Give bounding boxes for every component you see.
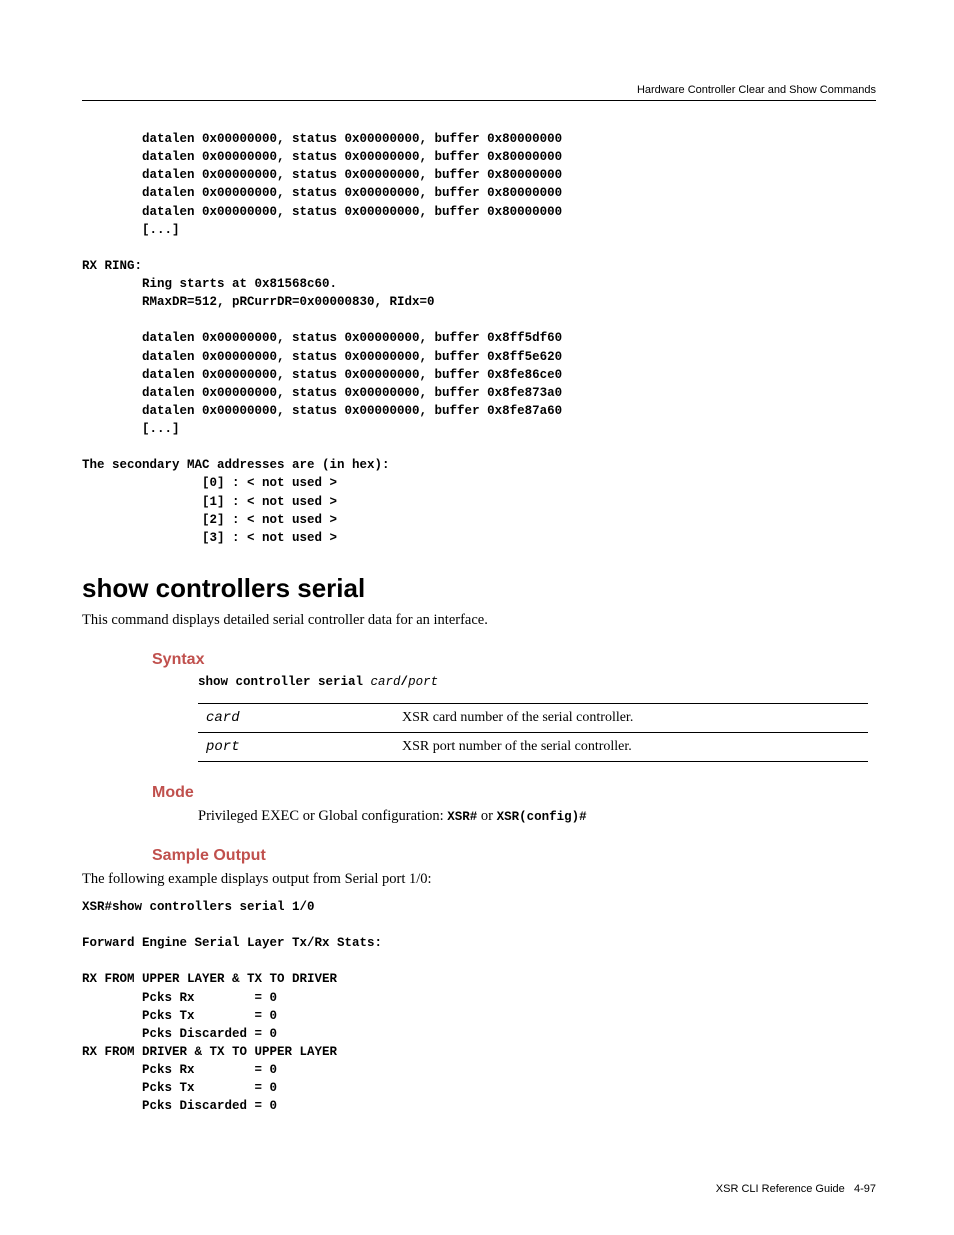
running-header: Hardware Controller Clear and Show Comma… bbox=[637, 84, 876, 96]
params-table: card XSR card number of the serial contr… bbox=[198, 703, 868, 762]
sample-output-heading: Sample Output bbox=[152, 847, 884, 865]
mode-line: Privileged EXEC or Global configuration:… bbox=[198, 808, 884, 825]
mode-prefix-text: Privileged EXEC or Global configuration: bbox=[198, 808, 447, 824]
sample-intro: The following example displays output fr… bbox=[82, 871, 884, 888]
terminal-output-top: datalen 0x00000000, status 0x00000000, b… bbox=[82, 130, 884, 547]
mode-code-1: XSR# bbox=[447, 810, 477, 824]
footer-guide: XSR CLI Reference Guide bbox=[716, 1183, 845, 1195]
param-name: card bbox=[198, 703, 394, 732]
mode-code-2: XSR(config)# bbox=[497, 810, 587, 824]
param-name: port bbox=[198, 732, 394, 761]
syntax-slash: / bbox=[401, 675, 409, 689]
table-row: port XSR port number of the serial contr… bbox=[198, 732, 868, 761]
section-title: show controllers serial bbox=[82, 573, 884, 604]
page-footer: XSR CLI Reference Guide 4-97 bbox=[716, 1183, 876, 1195]
mode-or-text: or bbox=[477, 808, 496, 824]
mode-heading: Mode bbox=[152, 784, 884, 802]
param-desc: XSR port number of the serial controller… bbox=[394, 732, 868, 761]
syntax-keyword: show controller serial bbox=[198, 675, 371, 689]
syntax-arg-port: port bbox=[408, 675, 438, 689]
table-row: card XSR card number of the serial contr… bbox=[198, 703, 868, 732]
syntax-heading: Syntax bbox=[152, 651, 884, 669]
syntax-arg-card: card bbox=[371, 675, 401, 689]
section-intro: This command displays detailed serial co… bbox=[82, 612, 884, 629]
footer-page: 4-97 bbox=[854, 1183, 876, 1195]
syntax-line: show controller serial card/port bbox=[198, 675, 884, 689]
terminal-output-sample: XSR#show controllers serial 1/0 Forward … bbox=[82, 898, 884, 1116]
param-desc: XSR card number of the serial controller… bbox=[394, 703, 868, 732]
header-rule bbox=[82, 100, 876, 101]
page: Hardware Controller Clear and Show Comma… bbox=[0, 0, 954, 1235]
content-area: datalen 0x00000000, status 0x00000000, b… bbox=[82, 130, 884, 1115]
